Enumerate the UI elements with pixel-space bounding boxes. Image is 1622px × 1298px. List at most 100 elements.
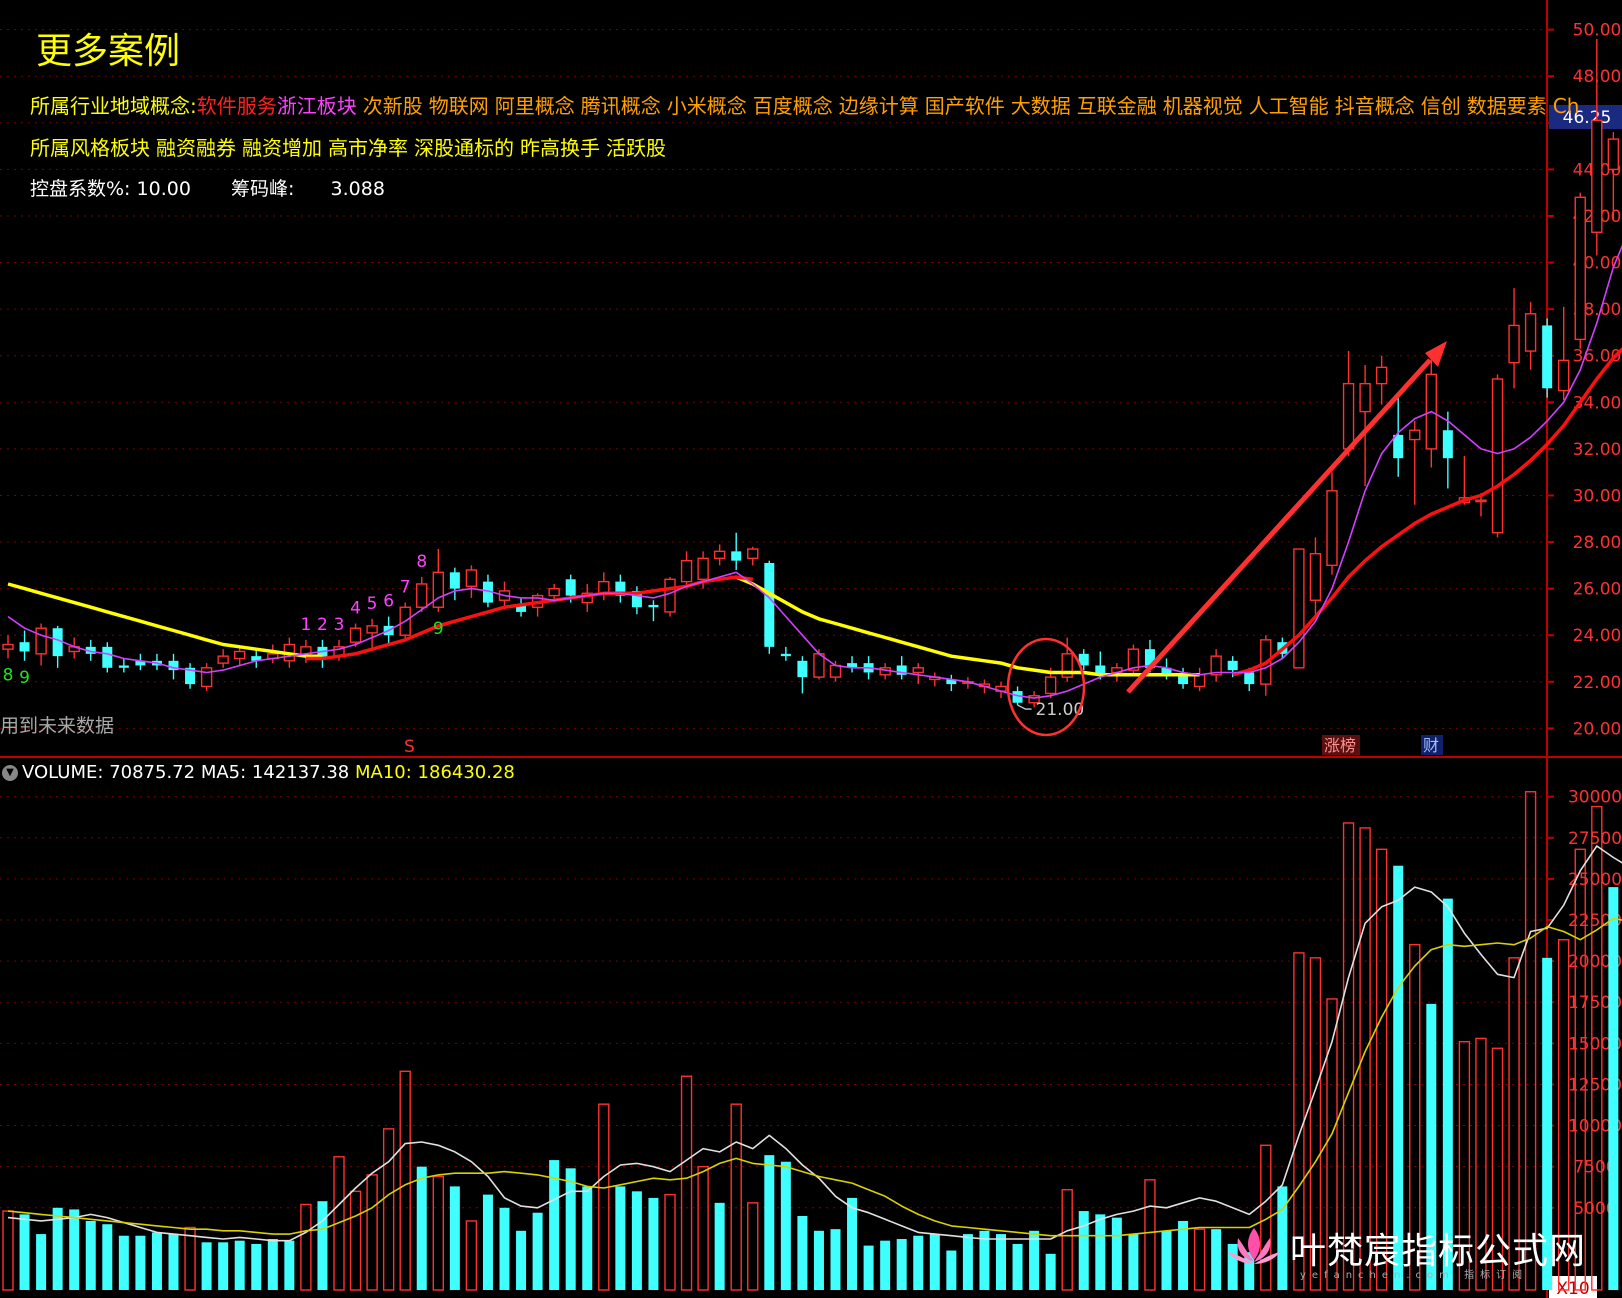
s-marker: S	[404, 737, 415, 757]
collapse-toggle-icon[interactable]: ▼	[2, 765, 18, 781]
volume-bar-down	[69, 1209, 80, 1290]
candle-up	[1375, 366, 1388, 385]
style-tag[interactable]: 活跃股	[606, 136, 666, 160]
industry-tag[interactable]: 小米概念	[667, 94, 747, 118]
industry-tag[interactable]: 腾讯概念	[581, 94, 661, 118]
candle-up	[217, 655, 229, 664]
industry-tag[interactable]: 阿里概念	[495, 94, 575, 118]
volume-bar-down	[896, 1239, 907, 1290]
volume-bar-down	[813, 1230, 824, 1290]
volume-bar-down	[267, 1239, 278, 1290]
volume-bar-up	[465, 1220, 478, 1291]
candle-up	[713, 550, 726, 560]
chip-label: 筹码峰:	[231, 178, 295, 200]
industry-tag[interactable]: Ch	[1553, 94, 1580, 118]
candle-up	[1491, 378, 1504, 534]
td-count-label: 5	[367, 594, 378, 614]
candle-down	[1542, 325, 1553, 389]
industry-tag[interactable]: 浙江板块	[277, 94, 357, 118]
ma5-label: MA5:	[200, 762, 247, 783]
style-tag[interactable]: 深股通标的	[414, 136, 514, 160]
ma10-value: 186430.28	[417, 762, 515, 783]
volume-label: VOLUME:	[22, 762, 104, 783]
volume-bar-down	[615, 1186, 626, 1290]
industry-tag[interactable]: 国产软件	[925, 94, 1005, 118]
volume-bar-down	[19, 1214, 30, 1290]
volume-bar-down	[284, 1240, 295, 1290]
td-count-label: 6	[383, 592, 394, 612]
candle-up	[200, 667, 213, 688]
candle-up	[829, 664, 842, 678]
volume-bar-down	[962, 1234, 973, 1290]
industry-tag[interactable]: 次新股	[363, 94, 423, 118]
industry-tag[interactable]: 信创	[1421, 94, 1461, 118]
candle-down	[1227, 660, 1238, 671]
industry-tag[interactable]: 互联金融	[1077, 94, 1157, 118]
volume-bar-down	[863, 1245, 874, 1290]
volume-bar-down	[764, 1155, 775, 1290]
candle-up	[1359, 382, 1371, 413]
volume-tick-label: 27500	[1568, 829, 1622, 849]
volume-bar-down	[102, 1224, 113, 1290]
candle-up	[1293, 548, 1305, 669]
volume-bar-up	[697, 1165, 709, 1291]
control-label: 控盘系数%:	[30, 178, 131, 200]
style-tag[interactable]: 融资融券	[156, 136, 236, 160]
industry-tag[interactable]: 机器视觉	[1163, 94, 1243, 118]
volume-bar-up	[382, 1128, 395, 1291]
candle-up	[697, 557, 709, 580]
volume-bar-up	[349, 1190, 362, 1291]
industry-tag[interactable]: 百度概念	[753, 94, 833, 118]
style-tag[interactable]: 高市净率	[328, 136, 408, 160]
watermark-subtext: yefanchen.com 指标订阅	[1300, 1270, 1529, 1281]
volume-value: 70875.72	[109, 762, 196, 783]
future-data-note: 用到未来数据	[0, 715, 114, 737]
price-ma-magenta	[7, 244, 1622, 699]
candle-up	[680, 559, 693, 583]
candle-up	[233, 650, 246, 660]
td-count-label: 2	[317, 615, 328, 635]
watermark: 叶梵宸指标公式网 yefanchen.com 指标订阅	[1228, 1222, 1586, 1281]
price-tick-label: 24.00	[1573, 626, 1622, 646]
industry-tag[interactable]: 物联网	[429, 94, 489, 118]
volume-bar-down	[996, 1234, 1006, 1290]
td-count-label: 9	[19, 668, 30, 688]
industry-tag[interactable]: 软件服务	[197, 94, 277, 118]
industry-tag[interactable]: 数据要素	[1467, 94, 1547, 118]
volume-bar-down	[416, 1166, 427, 1290]
volume-bar-up	[2, 1210, 14, 1291]
style-tag[interactable]: 昨高换手	[520, 136, 600, 160]
candle-down	[118, 665, 129, 668]
td-count-label: 1	[300, 615, 311, 635]
price-ma-red	[305, 575, 754, 661]
td-count-label: 8	[416, 552, 427, 572]
style-tag[interactable]: 融资增加	[242, 136, 322, 160]
td-count-label: 9	[433, 619, 444, 639]
volume-bar-down	[1012, 1243, 1023, 1290]
volume-bar-down	[929, 1234, 940, 1290]
volume-bar-up	[399, 1070, 411, 1291]
candle-down	[449, 572, 460, 589]
candle-down	[1244, 672, 1255, 685]
page-title[interactable]: 更多案例	[36, 22, 180, 74]
candle-up	[1591, 119, 1603, 233]
candle-up	[664, 578, 676, 613]
volume-bar-up	[300, 1203, 312, 1291]
candle-up	[598, 580, 610, 594]
low-pointer	[1017, 704, 1032, 710]
candle-down	[731, 551, 742, 561]
style-sectors-row: 所属风格板块 融资融券 融资增加 高市净率 深股通标的 昨高换手 活跃股	[30, 132, 666, 161]
volume-bar-down	[1111, 1217, 1122, 1290]
industry-tag[interactable]: 大数据	[1011, 94, 1071, 118]
volume-bar-down	[532, 1212, 543, 1290]
industry-tag[interactable]: 人工智能	[1249, 94, 1329, 118]
ma10-label: MA10:	[355, 762, 412, 783]
candle-down	[1442, 430, 1453, 459]
industry-tag[interactable]: 抖音概念	[1335, 94, 1415, 118]
volume-bar-down	[118, 1235, 129, 1290]
cai-tag: 财	[1423, 736, 1439, 755]
industry-tag[interactable]: 边缘计算	[839, 94, 919, 118]
candle-up	[416, 583, 428, 608]
price-tick-label: 20.00	[1573, 719, 1622, 739]
td-count-label: 4	[350, 599, 361, 619]
